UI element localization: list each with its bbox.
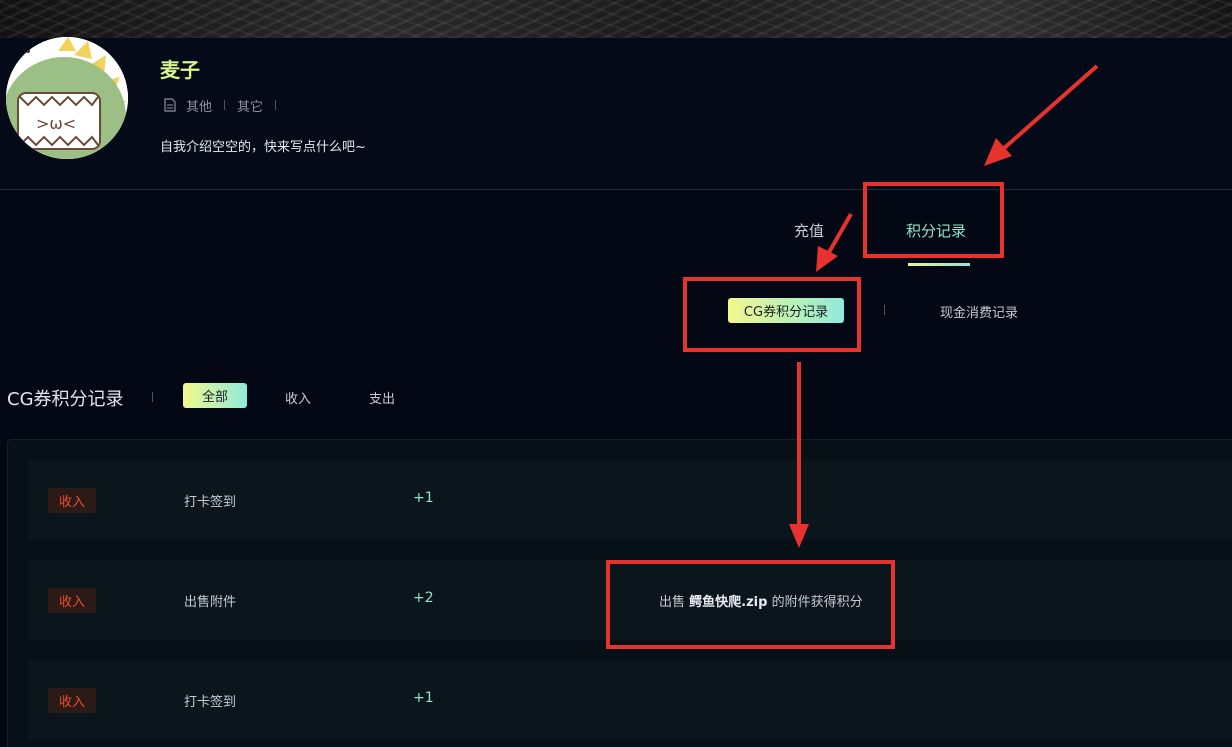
record-points: +1: [413, 690, 434, 706]
record-points: +1: [413, 490, 434, 506]
document-icon: [164, 98, 176, 112]
meta-category: 其他: [186, 99, 213, 115]
svg-text:>ω<: >ω<: [36, 114, 76, 133]
meta-subcategory: 其它: [237, 99, 264, 115]
section-divider: [152, 392, 153, 402]
filter-expense[interactable]: 支出: [369, 388, 395, 407]
username: 麦子: [160, 58, 200, 82]
active-tab-indicator: [908, 263, 970, 266]
income-badge: 收入: [48, 588, 96, 613]
annotation-box-record-desc: [606, 560, 895, 649]
profile-meta: 其他 其它: [164, 96, 288, 115]
income-badge: 收入: [48, 688, 96, 713]
meta-divider: [275, 100, 277, 110]
annotation-box-points-tab: [863, 182, 1004, 258]
record-type: 出售附件: [184, 595, 237, 610]
meta-divider: [224, 100, 226, 110]
profile-banner: [0, 0, 1232, 38]
subtab-cash-spending-record[interactable]: 现金消费记录: [940, 302, 1018, 321]
record-row: 收入 打卡签到 +1: [28, 460, 1232, 540]
profile-bio: 自我介绍空空的，快来写点什么吧~: [160, 140, 366, 155]
filter-income[interactable]: 收入: [285, 388, 311, 407]
subtab-divider: [884, 305, 885, 315]
arrow-to-cg-subtab: [826, 213, 853, 255]
dinosaur-avatar-icon: >ω<: [6, 37, 128, 159]
record-points: +2: [413, 590, 434, 606]
record-type: 打卡签到: [184, 495, 237, 510]
record-type: 打卡签到: [184, 695, 237, 710]
tab-recharge[interactable]: 充值: [794, 220, 824, 241]
income-badge: 收入: [48, 488, 96, 513]
avatar[interactable]: >ω<: [6, 37, 128, 159]
filter-all[interactable]: 全部: [183, 383, 247, 408]
section-title: CG券积分记录: [7, 389, 124, 410]
record-row: 收入 打卡签到 +1: [28, 660, 1232, 740]
arrow-head-icon: [816, 246, 838, 272]
annotation-box-cg-subtab: [683, 277, 861, 352]
